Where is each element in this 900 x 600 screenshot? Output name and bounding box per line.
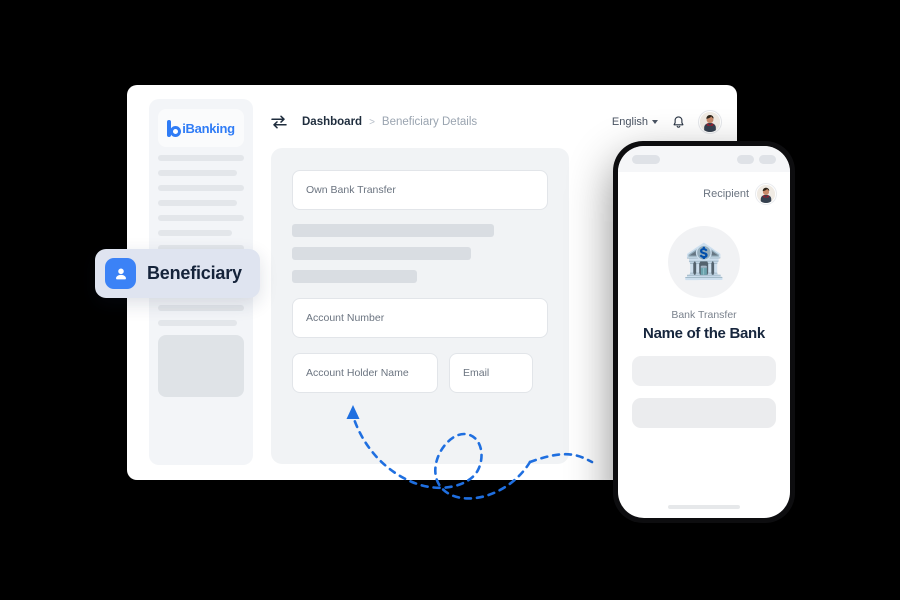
sidebar-skeleton-item: [158, 230, 232, 236]
breadcrumb: Dashboard > Beneficiary Details: [302, 116, 477, 128]
status-icon-placeholder: [737, 154, 754, 164]
b-mark-logo-icon: [167, 119, 181, 137]
status-time-placeholder: [632, 154, 660, 164]
phone-mockup: Recipient 🏦 Bank Transfer Name of the Ba…: [613, 141, 795, 523]
screenshot-canvas: iBanking Dashboard > Beneficiary Details…: [0, 0, 900, 600]
breadcrumb-separator: >: [369, 116, 375, 128]
topbar: Dashboard > Beneficiary Details English: [271, 107, 721, 137]
beneficiary-badge[interactable]: Beneficiary: [95, 249, 260, 298]
sidebar-skeleton-item: [158, 320, 238, 326]
sidebar-skeleton-item: [158, 155, 244, 161]
chevron-down-icon: [652, 120, 658, 124]
name-email-row: Account Holder Name Email: [292, 353, 548, 393]
account-number-input[interactable]: Account Number: [292, 298, 548, 338]
form-skeleton-bar: [292, 247, 472, 260]
form-skeleton-bar: [292, 270, 418, 283]
phone-screen: Recipient 🏦 Bank Transfer Name of the Ba…: [618, 146, 790, 518]
recipient-label: Recipient: [703, 188, 749, 200]
person-contact-icon: [105, 258, 136, 289]
status-icon-placeholder: [759, 154, 776, 164]
bank-name: Name of the Bank: [643, 325, 765, 342]
home-indicator: [668, 505, 740, 509]
avatar[interactable]: [699, 111, 721, 133]
sidebar-skeleton-item: [158, 305, 244, 311]
beneficiary-form-card: Own Bank Transfer Account Number Account…: [271, 148, 569, 464]
form-skeleton-bar: [292, 224, 495, 237]
sidebar-skeleton-item: [158, 185, 244, 191]
bank-building-icon: 🏦: [682, 243, 726, 281]
breadcrumb-current: Beneficiary Details: [381, 116, 478, 128]
beneficiary-badge-label: Beneficiary: [147, 263, 242, 283]
transfer-type-label: Bank Transfer: [671, 309, 737, 321]
recipient-row: Recipient: [632, 184, 776, 204]
phone-skeleton-bar: [632, 398, 776, 428]
sidebar-skeleton-block: [158, 335, 244, 397]
account-holder-name-input[interactable]: Account Holder Name: [292, 353, 438, 393]
phone-status-bar: [618, 146, 790, 172]
topbar-actions: English: [612, 111, 721, 133]
breadcrumb-parent[interactable]: Dashboard: [302, 116, 362, 128]
bank-avatar: 🏦: [668, 226, 740, 298]
app-logo-text: iBanking: [182, 120, 235, 136]
language-label: English: [611, 116, 648, 128]
phone-content: Recipient 🏦 Bank Transfer Name of the Ba…: [618, 172, 790, 428]
notification-bell-icon[interactable]: [671, 115, 686, 130]
avatar[interactable]: [756, 184, 776, 204]
email-input[interactable]: Email: [449, 353, 533, 393]
sidebar-skeleton-item: [158, 215, 244, 221]
sidebar-skeleton-item: [158, 170, 238, 176]
language-selector[interactable]: English: [612, 116, 658, 128]
transfer-arrows-icon[interactable]: [271, 115, 287, 129]
app-logo[interactable]: iBanking: [158, 109, 244, 147]
phone-skeleton-bar: [632, 356, 776, 386]
sidebar-skeleton-item: [158, 200, 238, 206]
transfer-type-field[interactable]: Own Bank Transfer: [292, 170, 548, 210]
